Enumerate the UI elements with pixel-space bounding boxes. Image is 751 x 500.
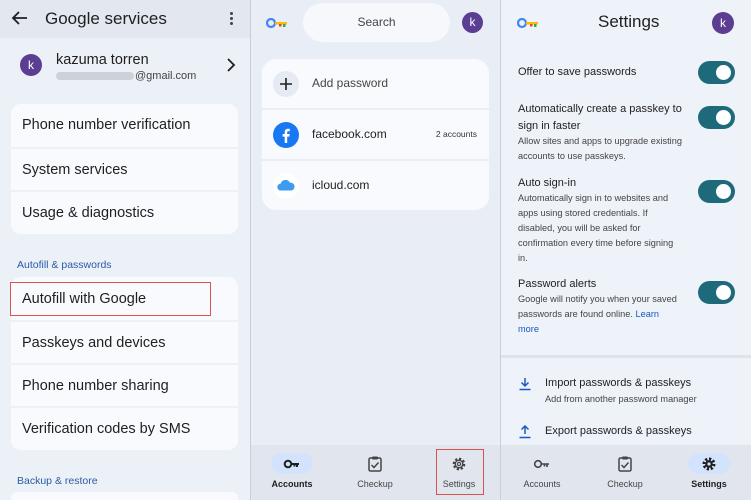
list-item[interactable]: facebook.com 2 accounts	[262, 110, 489, 159]
nav-label: Settings	[691, 479, 727, 489]
search-input[interactable]: Search	[303, 3, 450, 42]
password-manager-logo-icon	[266, 17, 287, 29]
offer-save-toggle[interactable]	[698, 61, 735, 84]
app-bar: Google services	[0, 0, 250, 38]
settings-panel: Settings k Offer to save passwords Autom…	[501, 0, 751, 500]
password-list: Add password facebook.com 2 accounts icl…	[262, 59, 489, 210]
nav-label: Accounts	[523, 479, 561, 489]
account-row[interactable]: k kazuma torren @gmail.com	[0, 44, 250, 88]
import-desc: Add from another password manager	[545, 394, 697, 404]
facebook-icon	[273, 122, 299, 148]
auto-signin-toggle[interactable]	[698, 180, 735, 203]
nav-label: Checkup	[357, 479, 393, 489]
toggle-knob	[716, 65, 731, 80]
toggle-knob	[716, 110, 731, 125]
avatar: k	[20, 54, 42, 76]
nav-settings[interactable]: Settings	[674, 445, 744, 500]
avatar[interactable]: k	[712, 12, 734, 34]
row-passkeys-devices[interactable]: Passkeys and devices	[11, 320, 238, 363]
gear-icon	[702, 457, 716, 471]
section-backup-restore: Backup & restore	[17, 475, 98, 487]
export-passwords-button[interactable]: Export passwords & passkeys	[545, 425, 692, 437]
toggle-knob	[716, 184, 731, 199]
settings-card-3	[11, 492, 238, 500]
icloud-icon	[273, 173, 299, 199]
password-manager-logo-icon	[517, 17, 538, 29]
auto-passkey-toggle[interactable]	[698, 106, 735, 129]
password-manager-panel: Search k Add password facebook.com 2 acc…	[251, 0, 500, 500]
section-divider	[501, 355, 751, 358]
account-name: kazuma torren	[56, 52, 149, 68]
key-icon	[283, 459, 299, 469]
nav-checkup[interactable]: Checkup	[590, 445, 660, 500]
setting-password-alerts-desc: Google will notify you when your saved p…	[518, 294, 677, 334]
upload-icon	[519, 425, 531, 439]
site-name: facebook.com	[312, 127, 387, 141]
back-arrow-icon[interactable]	[11, 9, 29, 27]
setting-password-alerts-title: Password alerts	[518, 278, 597, 290]
list-item[interactable]: icloud.com	[262, 161, 489, 210]
page-title: Google services	[45, 9, 167, 28]
checkup-icon	[368, 456, 382, 472]
plus-icon	[273, 71, 299, 97]
download-icon	[519, 378, 531, 391]
chevron-right-icon	[227, 58, 236, 72]
toggle-knob	[716, 285, 731, 300]
highlight-box	[436, 449, 484, 495]
settings-card-2: Autofill with Google Passkeys and device…	[10, 277, 238, 450]
checkup-icon	[618, 456, 632, 472]
account-count: 2 accounts	[435, 129, 477, 139]
add-password-button[interactable]: Add password	[262, 59, 489, 108]
bottom-navigation: Accounts Checkup Settings	[501, 445, 751, 500]
account-email: @gmail.com	[56, 70, 196, 82]
site-name: icloud.com	[312, 178, 370, 192]
setting-auto-signin-desc: Automatically sign in to websites and ap…	[518, 193, 674, 263]
nav-checkup[interactable]: Checkup	[340, 445, 410, 500]
avatar[interactable]: k	[462, 12, 483, 33]
row-system-services[interactable]: System services	[11, 147, 238, 190]
import-passwords-button[interactable]: Import passwords & passkeys	[545, 377, 691, 389]
row-autofill-with-google[interactable]: Autofill with Google	[10, 282, 211, 316]
nav-label: Checkup	[607, 479, 643, 489]
row-phone-number-verification[interactable]: Phone number verification	[11, 104, 238, 147]
google-services-panel: Google services k kazuma torren @gmail.c…	[0, 0, 250, 500]
section-autofill-passwords: Autofill & passwords	[17, 259, 112, 271]
setting-offer-save-title: Offer to save passwords	[518, 66, 637, 78]
nav-accounts[interactable]: Accounts	[257, 445, 327, 500]
setting-auto-passkey-desc: Allow sites and apps to upgrade existing…	[518, 136, 682, 161]
row-usage-diagnostics[interactable]: Usage & diagnostics	[11, 190, 238, 233]
page-title: Settings	[598, 12, 660, 31]
nav-accounts[interactable]: Accounts	[507, 445, 577, 500]
password-alerts-toggle[interactable]	[698, 281, 735, 304]
add-password-label: Add password	[312, 76, 389, 90]
more-options-icon[interactable]	[226, 11, 236, 27]
redacted-email	[56, 72, 134, 81]
row-verification-codes-sms[interactable]: Verification codes by SMS	[11, 406, 238, 449]
nav-label: Accounts	[271, 479, 313, 489]
row-phone-number-sharing[interactable]: Phone number sharing	[11, 363, 238, 406]
key-icon	[533, 459, 549, 469]
setting-auto-passkey-title: Automatically create a passkey to sign i…	[518, 103, 682, 132]
setting-auto-signin-title: Auto sign-in	[518, 177, 577, 189]
bottom-navigation: Accounts Checkup Settings	[251, 445, 500, 500]
settings-card-1: Phone number verification System service…	[11, 104, 238, 234]
